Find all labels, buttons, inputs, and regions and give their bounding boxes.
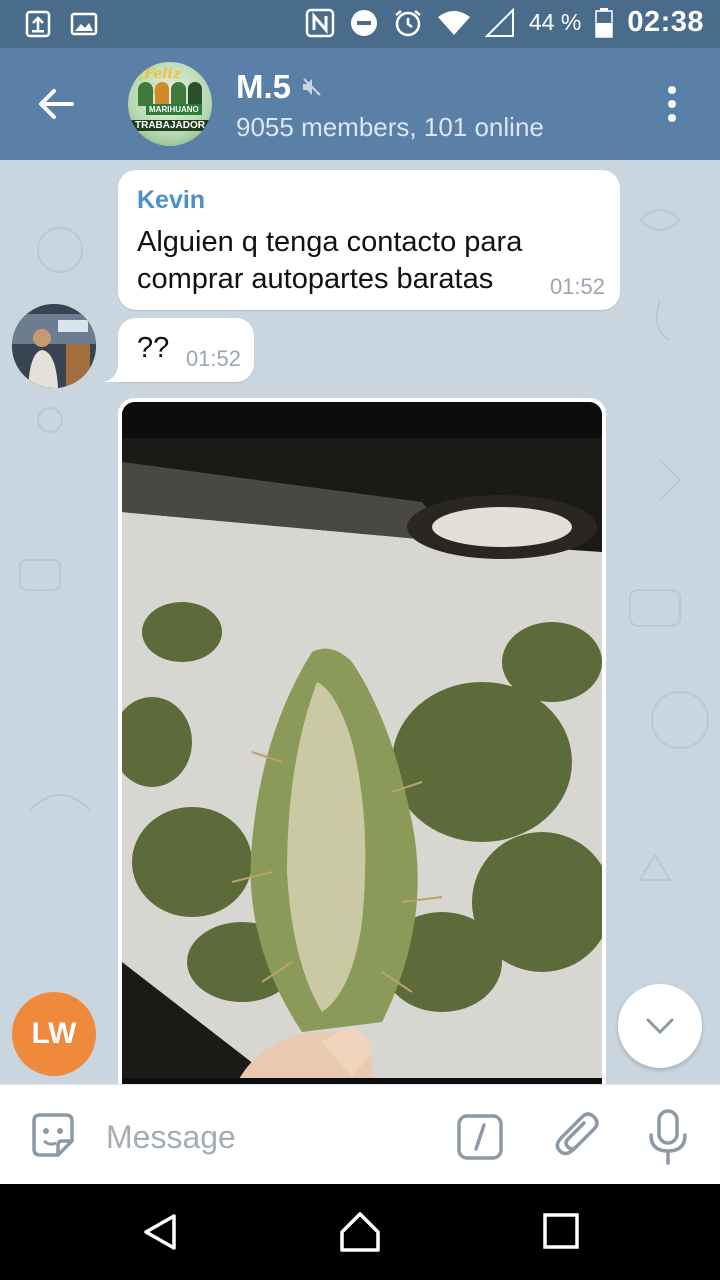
avatar-label: MARIHUANO (146, 104, 202, 115)
more-options-icon[interactable] (662, 84, 682, 124)
chat-title-row[interactable]: M.5 (236, 68, 323, 106)
message-text: ?? (137, 332, 170, 364)
bot-command-icon[interactable] (456, 1113, 504, 1161)
alarm-icon (395, 9, 421, 36)
nav-back-icon[interactable] (140, 1212, 180, 1252)
sticker-icon[interactable] (28, 1111, 78, 1161)
avatar-photo (12, 304, 96, 388)
message-input[interactable] (104, 1111, 438, 1163)
muted-speaker-icon (303, 78, 321, 96)
clock: 02:38 (627, 6, 704, 38)
back-arrow-icon[interactable] (34, 82, 78, 126)
chevron-down-icon (646, 1018, 674, 1035)
message-sender[interactable]: Kevin (137, 186, 205, 215)
microphone-icon[interactable] (646, 1109, 690, 1165)
sender-avatar[interactable] (12, 304, 96, 388)
message-text: Alguien q tenga contacto para comprar au… (137, 226, 523, 295)
message-composer (0, 1084, 720, 1185)
paperclip-icon[interactable] (552, 1109, 602, 1163)
photo-message[interactable] (118, 398, 606, 1084)
message-list[interactable]: Kevin Alguien q tenga contacto para comp… (0, 160, 720, 1084)
chat-header: ¡Feliz día! MARIHUANO TRABAJADOR M.5 905… (0, 48, 720, 160)
status-bar: 44 % 02:38 (0, 0, 720, 48)
chat-subtitle: 9055 members, 101 online (236, 112, 544, 142)
system-navigation-bar (0, 1184, 720, 1280)
image-icon (70, 12, 98, 36)
message-time: 01:52 (185, 346, 241, 371)
photo-content (122, 402, 602, 1084)
avatar-caption: TRABAJADOR (130, 120, 210, 131)
scroll-down-button[interactable] (618, 984, 702, 1068)
group-avatar[interactable]: ¡Feliz día! MARIHUANO TRABAJADOR (128, 62, 212, 146)
battery-percent: 44 % (528, 9, 582, 35)
message-bubble[interactable]: ?? 01:52 (118, 318, 254, 382)
signal-icon (484, 7, 514, 37)
message-time: 01:52 (549, 274, 605, 299)
message-bubble[interactable]: Kevin Alguien q tenga contacto para comp… (118, 170, 620, 310)
bubble-tail (104, 364, 124, 382)
battery-icon (595, 7, 614, 38)
do-not-disturb-icon (350, 9, 377, 36)
nfc-icon (305, 8, 335, 37)
chat-title: M.5 (236, 68, 292, 105)
upload-icon (25, 10, 51, 38)
nav-recent-apps-icon[interactable] (542, 1212, 580, 1250)
sender-avatar[interactable]: LW (12, 992, 96, 1076)
wifi-icon (437, 10, 470, 35)
nav-home-icon[interactable] (338, 1210, 382, 1254)
